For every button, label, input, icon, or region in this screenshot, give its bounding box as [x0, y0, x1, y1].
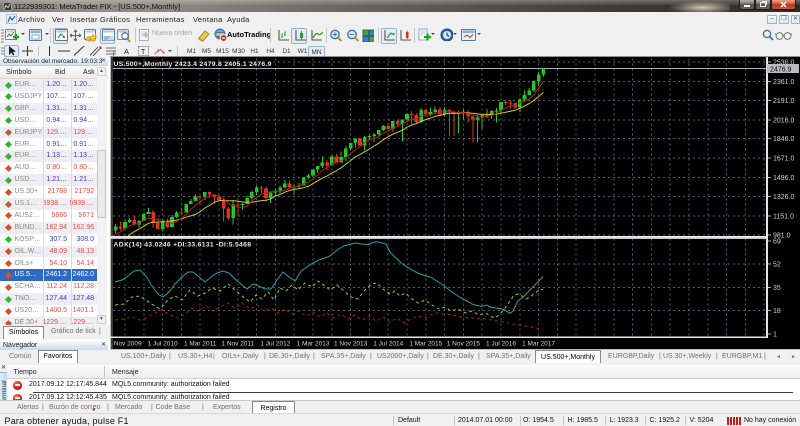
svg-text:1 Mar 2015: 1 Mar 2015 [409, 341, 442, 348]
svg-text:1671.0: 1671.0 [773, 156, 795, 163]
svg-text:1 Nov 2011: 1 Nov 2011 [221, 341, 254, 348]
svg-text:18: 18 [773, 308, 781, 315]
svg-text:1: 1 [773, 331, 777, 338]
svg-text:1 Mar 2011: 1 Mar 2011 [184, 341, 217, 348]
svg-text:2016.0: 2016.0 [773, 117, 795, 124]
svg-text:1 Jul 2016: 1 Jul 2016 [486, 341, 516, 348]
svg-text:US.500+,Monthly 2423.4 2479.8: US.500+,Monthly 2423.4 2479.8 2405.1 247… [114, 61, 272, 68]
svg-text:52: 52 [773, 262, 781, 269]
svg-text:1 Mar 2017: 1 Mar 2017 [522, 341, 555, 348]
svg-text:ADX(14) 43.0246 +DI:33.6131: ADX(14) 43.0246 +DI:33.6131 -DI:5.5468 [114, 242, 252, 249]
svg-text:1846.0: 1846.0 [773, 136, 795, 143]
svg-text:1151.0: 1151.0 [773, 213, 794, 220]
svg-text:T: T [141, 49, 146, 56]
svg-text:1326.0: 1326.0 [773, 194, 795, 201]
svg-text:1 Mar 2013: 1 Mar 2013 [297, 341, 330, 348]
svg-text:1 Nov 2013: 1 Nov 2013 [334, 341, 368, 348]
svg-text:1 Jul 2010: 1 Jul 2010 [148, 341, 178, 348]
svg-text:2361.0: 2361.0 [773, 79, 795, 86]
svg-text:69: 69 [773, 239, 781, 246]
svg-text:35: 35 [773, 285, 781, 292]
svg-text:1 Nov 2015: 1 Nov 2015 [447, 341, 481, 348]
svg-text:2191.0: 2191.0 [773, 98, 795, 105]
svg-text:1496.0: 1496.0 [773, 175, 795, 182]
svg-text:1 Nov 2009: 1 Nov 2009 [110, 341, 142, 348]
svg-text:2476.9: 2476.9 [770, 66, 792, 73]
svg-text:1 Jul 2014: 1 Jul 2014 [373, 341, 403, 348]
svg-text:1 Jul 2012: 1 Jul 2012 [260, 341, 290, 348]
